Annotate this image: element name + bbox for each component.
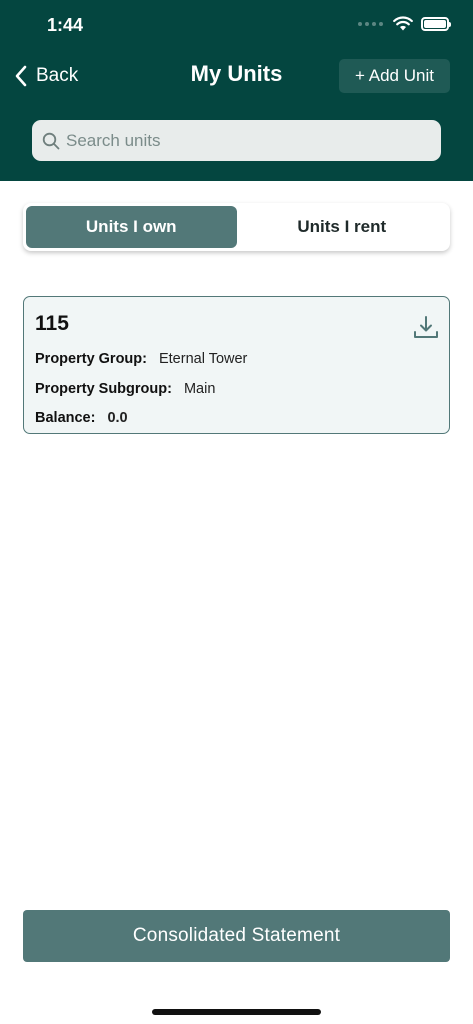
property-group-value: Eternal Tower [158,351,248,367]
unit-card[interactable]: 115 Property Group: Eternal Tower Proper… [23,296,450,434]
download-icon[interactable] [413,315,439,341]
property-subgroup-row: Property Subgroup: Main [35,381,215,397]
tab-units-i-rent[interactable]: Units I rent [237,206,448,248]
search-bar[interactable] [32,120,441,161]
home-indicator[interactable] [152,1009,321,1015]
back-label: Back [36,65,79,86]
tab-units-i-own[interactable]: Units I own [26,206,237,248]
balance-value: 0.0 [107,410,128,426]
app-header: 1:44 Back My Units + Add Unit [0,0,473,181]
balance-row: Balance: 0.0 [35,410,128,426]
wifi-icon [393,16,413,31]
back-button[interactable]: Back [14,62,78,90]
add-unit-button[interactable]: + Add Unit [339,59,450,93]
balance-label: Balance: [35,410,96,426]
status-time: 1:44 [47,15,84,35]
chevron-left-icon [15,65,27,87]
consolidated-statement-button[interactable]: Consolidated Statement [23,910,450,962]
cellular-signal-icon [358,21,383,26]
property-subgroup-value: Main [183,381,216,397]
ownership-segmented-control: Units I own Units I rent [23,203,450,251]
search-icon [42,132,60,149]
property-group-row: Property Group: Eternal Tower [35,351,247,367]
property-subgroup-label: Property Subgroup: [35,381,172,397]
unit-number: 115 [35,312,69,335]
battery-icon [421,16,451,31]
status-icons [358,16,451,31]
property-group-label: Property Group: [35,351,147,367]
search-input[interactable] [66,130,406,151]
